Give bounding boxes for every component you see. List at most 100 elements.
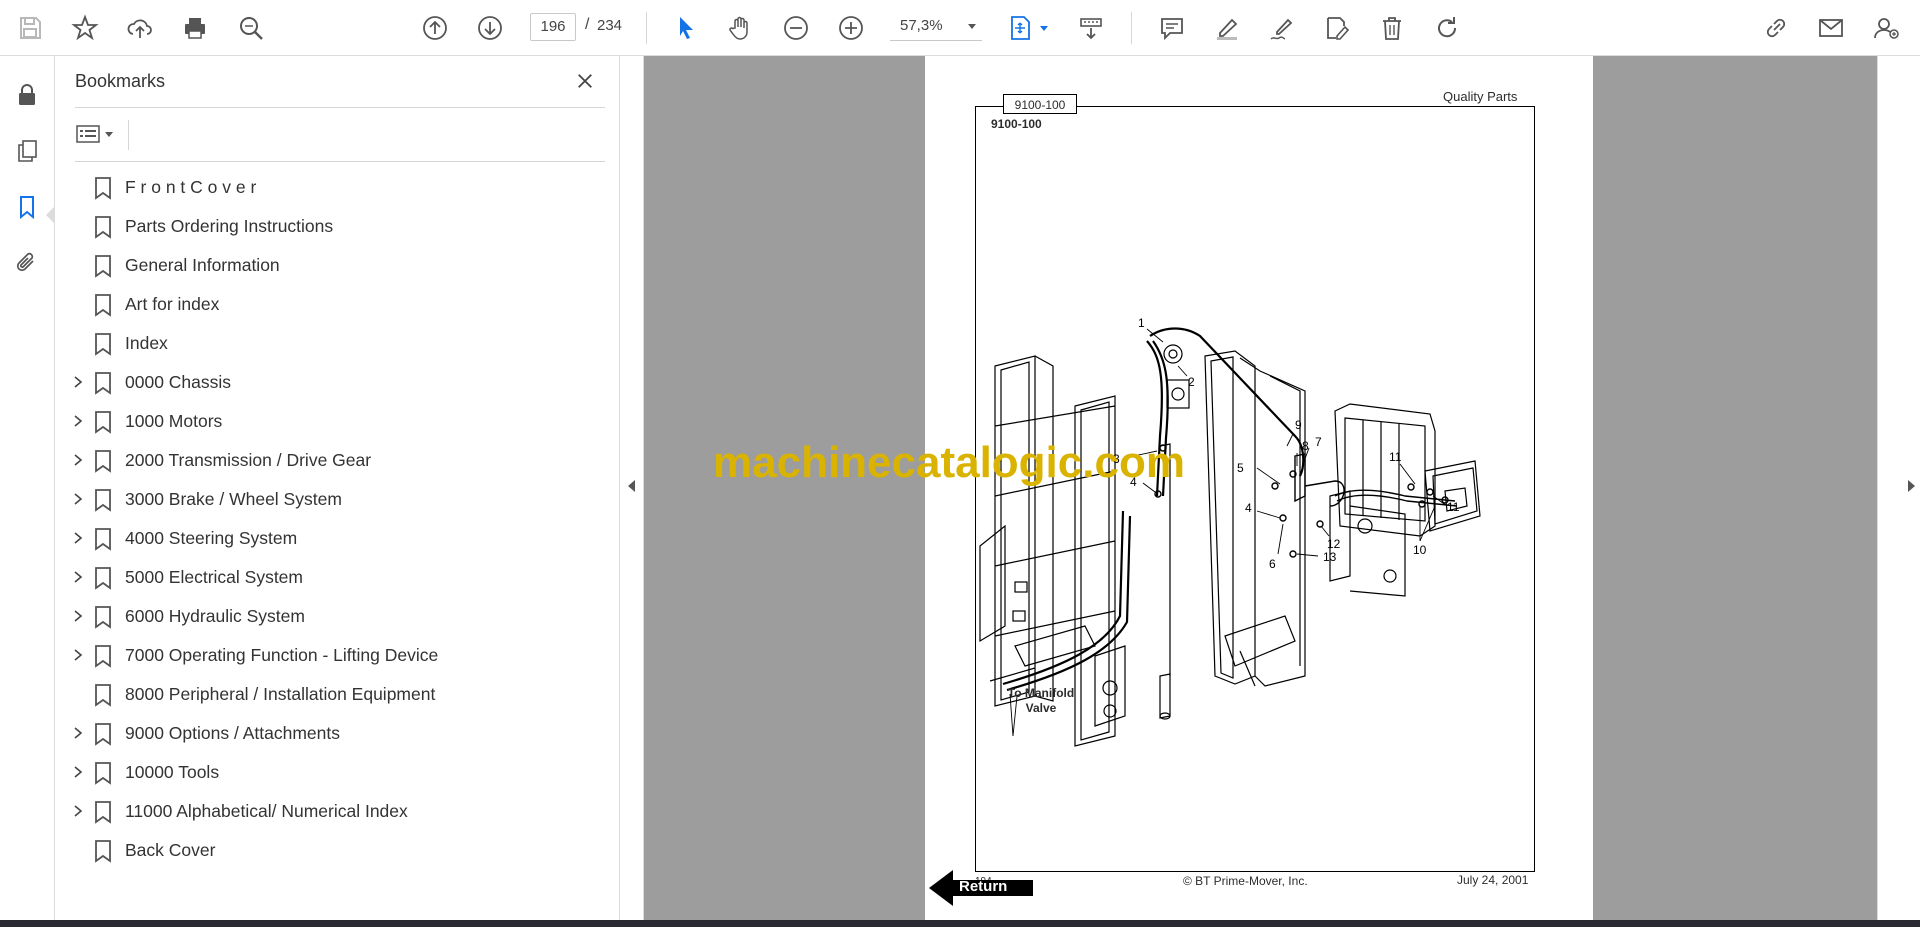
section-tag: 9100-100 bbox=[1003, 94, 1077, 114]
chevron-right-icon[interactable] bbox=[71, 492, 85, 506]
fit-page-icon[interactable] bbox=[1003, 10, 1039, 46]
lock-icon[interactable] bbox=[10, 78, 44, 112]
collapse-panel-strip[interactable] bbox=[620, 56, 644, 920]
bookmark-item[interactable]: 7000 Operating Function - Lifting Device bbox=[55, 636, 615, 675]
search-zoom-icon[interactable] bbox=[233, 10, 269, 46]
svg-text:13: 13 bbox=[1323, 550, 1337, 564]
svg-text:12: 12 bbox=[1327, 537, 1341, 551]
save-icon[interactable] bbox=[12, 10, 48, 46]
svg-text:11: 11 bbox=[1389, 450, 1402, 464]
return-button[interactable]: Return bbox=[929, 868, 1033, 908]
taskbar-edge bbox=[0, 920, 1920, 927]
svg-text:6: 6 bbox=[1269, 557, 1276, 571]
bookmark-icon bbox=[95, 489, 111, 512]
chevron-right-icon[interactable] bbox=[71, 765, 85, 779]
chevron-right-icon[interactable] bbox=[71, 453, 85, 467]
chevron-right-icon[interactable] bbox=[71, 648, 85, 662]
bookmark-item[interactable]: Back Cover bbox=[55, 831, 615, 870]
list-options-icon bbox=[76, 125, 100, 143]
document-date: July 24, 2001 bbox=[1457, 873, 1529, 887]
rotate-icon[interactable] bbox=[1429, 10, 1465, 46]
left-rail bbox=[0, 56, 55, 920]
bookmark-item[interactable]: Index bbox=[55, 324, 615, 363]
bookmark-icon bbox=[95, 567, 111, 590]
bookmark-item[interactable]: 3000 Brake / Wheel System bbox=[55, 480, 615, 519]
email-icon[interactable] bbox=[1813, 10, 1849, 46]
bookmark-item[interactable]: 4000 Steering System bbox=[55, 519, 615, 558]
chevron-left-icon bbox=[628, 480, 635, 492]
previous-page-icon[interactable] bbox=[417, 10, 453, 46]
page-separator: / bbox=[585, 16, 590, 33]
bookmark-label: Art for index bbox=[125, 294, 220, 314]
svg-text:4: 4 bbox=[1245, 501, 1252, 515]
document-page: 9100-100 Quality Parts 9100-100 1 2 3 4 … bbox=[925, 56, 1593, 920]
zoom-in-icon[interactable] bbox=[833, 10, 869, 46]
page-number-input[interactable]: 196 bbox=[530, 13, 576, 41]
bookmark-label: 3000 Brake / Wheel System bbox=[125, 489, 342, 509]
bookmark-item[interactable]: F r o n t C o v e r bbox=[55, 168, 615, 207]
bookmark-item[interactable]: 10000 Tools bbox=[55, 753, 615, 792]
hand-tool-icon[interactable] bbox=[723, 10, 759, 46]
sign-pen-icon[interactable] bbox=[1264, 10, 1300, 46]
print-icon[interactable] bbox=[177, 10, 213, 46]
bookmark-panel-icon[interactable] bbox=[10, 190, 44, 224]
bookmark-item[interactable]: 1000 Motors bbox=[55, 402, 615, 441]
chevron-down-icon bbox=[968, 24, 976, 29]
bookmark-item[interactable]: 11000 Alphabetical/ Numerical Index bbox=[55, 792, 615, 831]
zoom-out-icon[interactable] bbox=[778, 10, 814, 46]
bookmark-item[interactable]: 8000 Peripheral / Installation Equipment bbox=[55, 675, 615, 714]
bookmark-item[interactable]: 6000 Hydraulic System bbox=[55, 597, 615, 636]
bookmark-icon bbox=[95, 177, 111, 200]
next-page-icon[interactable] bbox=[472, 10, 508, 46]
bookmark-item[interactable]: 0000 Chassis bbox=[55, 363, 615, 402]
upload-cloud-icon[interactable] bbox=[122, 10, 158, 46]
select-cursor-icon[interactable] bbox=[668, 10, 704, 46]
bookmark-item[interactable]: 9000 Options / Attachments bbox=[55, 714, 615, 753]
bookmark-label: F r o n t C o v e r bbox=[125, 177, 257, 197]
bookmark-icon bbox=[95, 606, 111, 629]
bookmark-label: 6000 Hydraulic System bbox=[125, 606, 305, 626]
bookmark-item[interactable]: General Information bbox=[55, 246, 615, 285]
bookmark-options-button[interactable] bbox=[75, 120, 121, 148]
svg-text:8: 8 bbox=[1302, 439, 1309, 453]
comment-icon[interactable] bbox=[1154, 10, 1190, 46]
share-link-icon[interactable] bbox=[1758, 10, 1794, 46]
chevron-down-icon bbox=[105, 131, 113, 137]
highlight-pen-icon[interactable] bbox=[1209, 10, 1245, 46]
chevron-right-icon[interactable] bbox=[71, 414, 85, 428]
chevron-down-icon[interactable] bbox=[1040, 26, 1048, 31]
scroll-mode-icon[interactable] bbox=[1073, 10, 1109, 46]
bookmark-item[interactable]: Parts Ordering Instructions bbox=[55, 207, 615, 246]
bookmark-icon bbox=[95, 684, 111, 707]
close-icon[interactable] bbox=[572, 68, 598, 94]
chevron-right-icon[interactable] bbox=[71, 609, 85, 623]
account-icon[interactable] bbox=[1868, 10, 1904, 46]
bookmark-label: 5000 Electrical System bbox=[125, 567, 303, 587]
chevron-right-icon[interactable] bbox=[71, 375, 85, 389]
bookmark-label: 1000 Motors bbox=[125, 411, 223, 431]
bookmark-icon bbox=[95, 372, 111, 395]
chevron-right-icon[interactable] bbox=[71, 804, 85, 818]
right-pane-toggle[interactable] bbox=[1877, 56, 1920, 920]
bookmark-label: Back Cover bbox=[125, 840, 216, 860]
chevron-right-icon[interactable] bbox=[71, 570, 85, 584]
svg-text:7: 7 bbox=[1315, 435, 1322, 449]
bookmark-item[interactable]: Art for index bbox=[55, 285, 615, 324]
zoom-level-select[interactable]: 57,3% bbox=[890, 13, 982, 41]
bookmark-item[interactable]: 5000 Electrical System bbox=[55, 558, 615, 597]
bookmark-item[interactable]: 2000 Transmission / Drive Gear bbox=[55, 441, 615, 480]
chevron-right-icon[interactable] bbox=[71, 531, 85, 545]
bookmark-label: 4000 Steering System bbox=[125, 528, 298, 548]
page-thumbnails-icon[interactable] bbox=[10, 134, 44, 168]
bookmark-label: Parts Ordering Instructions bbox=[125, 216, 334, 236]
star-icon[interactable] bbox=[67, 10, 103, 46]
trash-icon[interactable] bbox=[1374, 10, 1410, 46]
bookmark-label: 7000 Operating Function - Lifting Device bbox=[125, 645, 439, 665]
chevron-right-icon[interactable] bbox=[71, 726, 85, 740]
bookmarks-panel: Bookmarks F r o n t C o v e r Parts Order… bbox=[55, 56, 620, 920]
edit-document-icon[interactable] bbox=[1319, 10, 1355, 46]
attachment-icon[interactable] bbox=[10, 246, 44, 280]
manifold-line1: To Manifold bbox=[1007, 686, 1075, 700]
bookmark-icon bbox=[95, 528, 111, 551]
bookmark-list: F r o n t C o v e r Parts Ordering Instru… bbox=[55, 168, 615, 870]
